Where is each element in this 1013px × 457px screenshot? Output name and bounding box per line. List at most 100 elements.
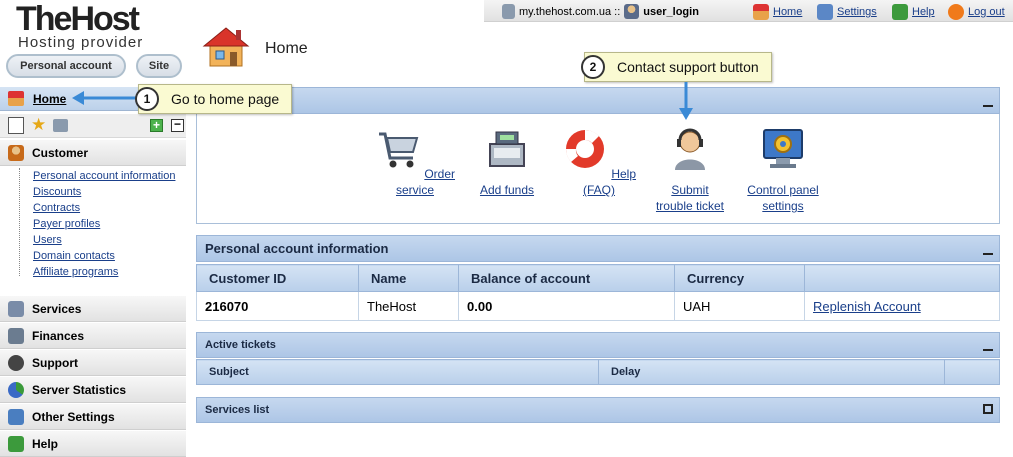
topbar-logout-link[interactable]: Log out xyxy=(968,6,1005,18)
logo: TheHost Hosting provider xyxy=(16,2,176,50)
sidebar-section-server-statistics[interactable]: Server Statistics xyxy=(0,377,186,403)
submit-trouble-ticket-action[interactable]: Submit trouble ticket xyxy=(643,126,737,214)
list-view-icon[interactable] xyxy=(8,117,24,134)
maximize-icon[interactable] xyxy=(983,404,993,414)
tickets-table: Subject Delay xyxy=(196,359,1000,385)
sidebar-home-link[interactable]: Home xyxy=(33,92,66,106)
monitor-gear-icon xyxy=(763,129,803,168)
settings-monitor-icon xyxy=(817,4,833,20)
minimize-icon[interactable] xyxy=(983,253,993,255)
account-panel-header: Personal account information xyxy=(196,235,1000,262)
home-panel-header xyxy=(196,87,1000,114)
account-panel-title: Personal account information xyxy=(205,241,389,256)
sidebar-section-help[interactable]: Help xyxy=(0,431,186,457)
callout-arrow-1 xyxy=(72,91,138,105)
control-panel-link-line1[interactable]: Control panel xyxy=(747,183,818,197)
sidebar-item-personal-account-information[interactable]: Personal account information xyxy=(33,170,175,182)
add-funds-link[interactable]: Add funds xyxy=(480,183,534,197)
domain-info: my.thehost.com.ua :: user_login xyxy=(502,4,699,19)
account-table: Customer ID Name Balance of account Curr… xyxy=(196,264,1000,321)
sidebar-item-discounts[interactable]: Discounts xyxy=(33,186,81,198)
sidebar-section-label: Finances xyxy=(32,329,85,343)
callout-text: Go to home page xyxy=(171,91,280,107)
col-name: Name xyxy=(358,264,459,292)
cash-register-icon xyxy=(8,328,24,344)
sidebar-section-support[interactable]: Support xyxy=(0,350,186,376)
help-book-icon xyxy=(892,4,908,20)
sidebar-section-label: Support xyxy=(32,356,78,370)
replenish-account-link[interactable]: Replenish Account xyxy=(813,299,921,314)
callout-number: 1 xyxy=(135,87,159,111)
sidebar-item-contracts[interactable]: Contracts xyxy=(33,202,80,214)
col-balance: Balance of account xyxy=(458,264,675,292)
topbar-settings-link[interactable]: Settings xyxy=(837,6,877,18)
callout-number: 2 xyxy=(581,55,605,79)
minimize-icon[interactable] xyxy=(983,349,993,351)
col-action xyxy=(804,264,1000,292)
home-house-icon xyxy=(202,27,250,67)
topbar-settings[interactable]: Settings xyxy=(817,4,877,20)
col-currency: Currency xyxy=(674,264,805,292)
topbar-logout[interactable]: Log out xyxy=(948,4,1005,20)
top-bar: my.thehost.com.ua :: user_login Home Set… xyxy=(484,0,1013,22)
cart-icon xyxy=(8,301,24,317)
monitor-gear-icon xyxy=(8,409,24,425)
topbar-help[interactable]: Help xyxy=(892,4,935,20)
sidebar-section-label: Help xyxy=(32,437,59,451)
sidebar-section-label: Other Settings xyxy=(32,410,115,424)
sidebar-section-customer[interactable]: Customer xyxy=(0,140,186,166)
support-agent-icon xyxy=(675,128,705,170)
callout-text: Contact support button xyxy=(617,59,759,75)
sidebar-section-other-settings[interactable]: Other Settings xyxy=(0,404,186,430)
help-faq-action[interactable]: Help (FAQ) xyxy=(561,126,637,198)
expand-all-icon[interactable]: + xyxy=(150,119,163,132)
sidebar-toolbar: ★ + − xyxy=(0,114,186,138)
collapse-all-icon[interactable]: − xyxy=(171,118,184,132)
help-book-icon xyxy=(8,436,24,452)
sidebar-section-finances[interactable]: Finances xyxy=(0,323,186,349)
control-panel-settings-action[interactable]: Control panel settings xyxy=(739,126,827,214)
balance-value: 0.00 xyxy=(458,291,675,321)
col-subject: Subject xyxy=(196,359,599,385)
name-value: TheHost xyxy=(358,291,459,321)
topbar-help-link[interactable]: Help xyxy=(912,6,935,18)
table-row: 216070 TheHost 0.00 UAH Replenish Accoun… xyxy=(196,291,1000,321)
tickets-panel-title: Active tickets xyxy=(205,339,276,351)
submit-ticket-link-line2[interactable]: trouble ticket xyxy=(656,199,724,213)
tickets-panel-header: Active tickets xyxy=(196,332,1000,358)
user-icon xyxy=(624,4,640,19)
lifebuoy-icon xyxy=(565,129,604,168)
domain-text: my.thehost.com.ua :: xyxy=(519,5,621,18)
callout-1: 1 Go to home page xyxy=(135,84,293,114)
services-panel-header: Services list xyxy=(196,397,1000,423)
favorites-star-icon[interactable]: ★ xyxy=(31,115,46,135)
services-panel-title: Services list xyxy=(205,404,270,416)
callout-arrow-2 xyxy=(679,82,693,120)
minimize-icon[interactable] xyxy=(983,105,993,107)
site-tab[interactable]: Site xyxy=(136,54,182,78)
page-title: Home xyxy=(265,40,308,57)
sidebar-item-payer-profiles[interactable]: Payer profiles xyxy=(33,218,100,230)
sidebar-item-domain-contacts[interactable]: Domain contacts xyxy=(33,250,115,262)
customer-id-value: 216070 xyxy=(196,291,359,321)
topbar-home-link[interactable]: Home xyxy=(773,6,802,18)
logo-tagline: Hosting provider xyxy=(18,34,144,51)
tree-connector xyxy=(19,168,29,276)
control-panel-link-line2[interactable]: settings xyxy=(762,199,803,213)
table-header-row: Customer ID Name Balance of account Curr… xyxy=(196,264,1000,292)
personal-account-tab[interactable]: Personal account xyxy=(6,54,126,78)
sidebar-section-services[interactable]: Services xyxy=(0,296,186,322)
callout-2: 2 Contact support button xyxy=(581,52,772,82)
briefcase-icon[interactable] xyxy=(53,119,68,132)
sidebar-item-users[interactable]: Users xyxy=(33,234,62,246)
headset-icon xyxy=(8,355,24,371)
submit-ticket-link-line1[interactable]: Submit xyxy=(671,183,708,197)
sidebar-item-affiliate-programs[interactable]: Affiliate programs xyxy=(33,266,118,278)
sidebar-section-label: Customer xyxy=(32,146,89,160)
customer-icon xyxy=(8,145,24,161)
order-service-action[interactable]: Order service xyxy=(373,126,457,198)
quick-actions-panel: Order service Add funds Help (FAQ) Submi… xyxy=(196,114,1000,224)
topbar-home[interactable]: Home xyxy=(753,4,802,20)
add-funds-action[interactable]: Add funds xyxy=(473,126,541,198)
calculator-icon xyxy=(502,4,515,19)
